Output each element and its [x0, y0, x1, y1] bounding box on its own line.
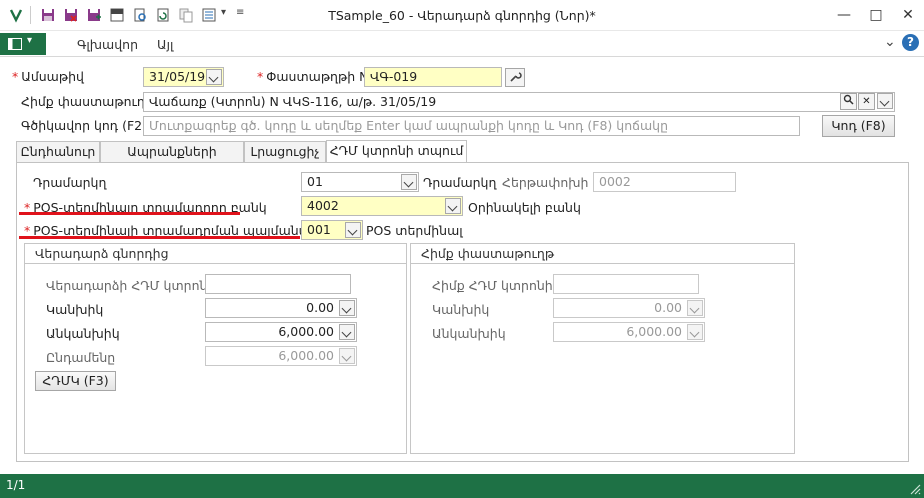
- pos-bank-dropdown-icon[interactable]: [445, 198, 461, 214]
- barcode-input[interactable]: Մուտքագրեք գծ. կոդը և սեղմեք Enter կամ ա…: [143, 116, 800, 136]
- base-doc-field[interactable]: Վաճառք (Կտրոն) N ՎԿՏ-116, ա/թ. 31/05/19 …: [143, 92, 895, 112]
- annotation-underline: [19, 236, 300, 239]
- tab-additional[interactable]: Լրացուցիչ: [244, 141, 326, 163]
- doc-number-field[interactable]: ՎԳ-019: [364, 67, 502, 87]
- return-cash-label: Կանխիկ: [46, 302, 104, 317]
- return-noncash-field[interactable]: 6,000.00: [205, 322, 357, 342]
- tab-product-list[interactable]: Ապրանքների ցուցակ: [100, 141, 244, 179]
- help-icon[interactable]: ?: [902, 34, 919, 51]
- magnifier-icon: [843, 94, 854, 105]
- wrench-icon: [510, 72, 522, 82]
- return-cash-field[interactable]: 0.00: [205, 298, 357, 318]
- return-cash-dropdown-icon[interactable]: [339, 300, 355, 316]
- return-group-title: Վերադարձ գնորդից: [25, 244, 406, 264]
- resize-grip-icon[interactable]: [909, 483, 921, 495]
- base-receipt-field: [553, 274, 699, 294]
- hdm-print-button[interactable]: ՀԴՄԿ (F3): [35, 371, 116, 391]
- menu-chevron-icon: ▾: [27, 35, 33, 46]
- numbering-settings-button[interactable]: [505, 68, 525, 87]
- return-receipt-field[interactable]: [205, 274, 351, 294]
- close-button[interactable]: ✕: [894, 4, 922, 26]
- menu-icon: [8, 38, 22, 50]
- record-counter: 1/1: [6, 478, 26, 492]
- return-total-field: 6,000.00: [205, 346, 357, 366]
- barcode-label: Գծիկավոր կոդ (F2): [21, 118, 147, 133]
- maximize-button[interactable]: □: [862, 4, 890, 26]
- clear-icon[interactable]: ✕: [858, 93, 875, 110]
- return-total-label: Ընդամենը: [46, 350, 116, 365]
- file-menu-button[interactable]: ▾: [0, 33, 46, 55]
- base-cash-label: Կանխիկ: [432, 302, 490, 317]
- base-noncash-field: 6,000.00: [553, 322, 705, 342]
- base-cash-dropdown-icon: [687, 300, 703, 316]
- ribbon-bar: ▾ Գլխավոր Այլ ⌄ ?: [0, 32, 924, 57]
- window-title: TSample_60 - Վերադարձ գնորդից (Նոր)*: [328, 8, 596, 23]
- ribbon-tab-other[interactable]: Այլ: [157, 37, 173, 52]
- status-bar: 1/1: [0, 474, 924, 498]
- base-receipt-label: Հիմք ՀԴՄ կտրոնի N: [432, 278, 567, 293]
- annotation-underline: [19, 212, 240, 215]
- doc-number-label: * Փաստաթղթի N: [257, 69, 369, 84]
- cashdesk-label: Դրամարկղ: [33, 175, 107, 190]
- date-label: * Ամսաթիվ: [12, 69, 84, 84]
- ribbon-tab-main[interactable]: Գլխավոր: [77, 37, 138, 52]
- pos-contract-name: POS տերմինալ: [366, 223, 463, 238]
- pos-bank-field[interactable]: 4002: [301, 196, 463, 216]
- search-icon[interactable]: [840, 93, 857, 110]
- sequence-label: Հերթափոխի N: [502, 175, 602, 190]
- cashdesk-dropdown-icon[interactable]: [401, 174, 417, 190]
- base-group-title: Հիմք փաստաթուղթ: [411, 244, 794, 264]
- return-total-dropdown-icon: [339, 348, 355, 364]
- base-cash-field: 0.00: [553, 298, 705, 318]
- date-field[interactable]: 31/05/19: [143, 67, 224, 87]
- minimize-button[interactable]: —: [830, 4, 858, 26]
- sequence-field: 0002: [593, 172, 736, 192]
- title-bar: ▾ ≡ TSample_60 - Վերադարձ գնորդից (Նոր)*…: [0, 0, 924, 31]
- return-receipt-label: Վերադարձի ՀԴՄ կտրոնի N: [46, 278, 229, 293]
- code-button[interactable]: Կոդ (F8): [822, 115, 895, 137]
- base-doc-label: Հիմք փաստաթուղթ: [21, 94, 155, 109]
- cashdesk-name: Դրամարկղ: [423, 175, 497, 190]
- collapse-ribbon-icon[interactable]: ⌄: [884, 34, 896, 50]
- cashdesk-field[interactable]: 01: [301, 172, 419, 192]
- return-noncash-label: Անկանխիկ: [46, 326, 120, 341]
- tab-hdm-receipt-print[interactable]: ՀԴՄ կտրոնի տպում: [326, 140, 467, 163]
- return-noncash-dropdown-icon[interactable]: [339, 324, 355, 340]
- date-dropdown-icon[interactable]: [206, 69, 222, 85]
- pos-contract-field[interactable]: 001: [301, 220, 363, 240]
- base-doc-dropdown-icon[interactable]: [877, 93, 893, 109]
- pos-contract-dropdown-icon[interactable]: [345, 222, 361, 238]
- base-noncash-dropdown-icon: [687, 324, 703, 340]
- base-noncash-label: Անկանխիկ: [432, 326, 506, 341]
- pos-bank-name: Օրինակելի բանկ: [468, 200, 581, 215]
- tab-general[interactable]: Ընդհանուր: [16, 141, 100, 163]
